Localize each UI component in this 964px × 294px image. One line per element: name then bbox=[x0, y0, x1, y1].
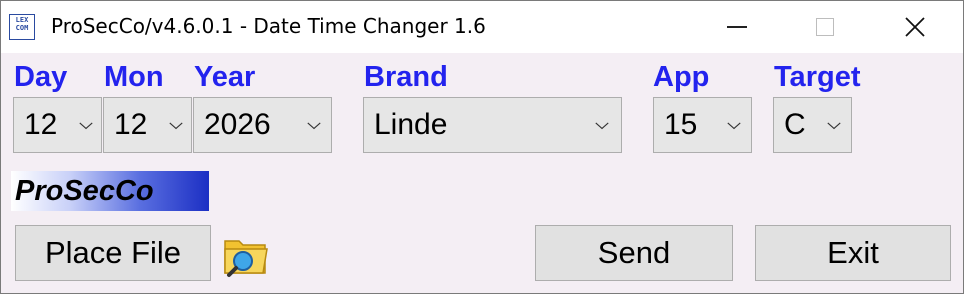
chevron-down-icon bbox=[727, 122, 741, 130]
day-label: Day bbox=[14, 61, 68, 93]
year-select[interactable]: 2026 bbox=[193, 97, 332, 153]
day-select[interactable]: 12 bbox=[13, 97, 102, 153]
app-icon: LEX COM bbox=[9, 14, 35, 40]
main-window: LEX COM ProSecCo/v4.6.0.1 - Date Time Cha… bbox=[0, 0, 964, 294]
app-select[interactable]: 15 bbox=[653, 97, 752, 153]
month-label: Mon bbox=[104, 61, 164, 93]
chevron-down-icon bbox=[595, 122, 609, 130]
day-value: 12 bbox=[24, 108, 58, 141]
maximize-button[interactable] bbox=[779, 1, 871, 53]
brand-label: Brand bbox=[364, 61, 448, 93]
folder-search-icon[interactable] bbox=[221, 233, 273, 279]
close-icon bbox=[905, 17, 925, 37]
place-file-button[interactable]: Place File bbox=[15, 225, 211, 281]
chevron-down-icon bbox=[307, 122, 321, 130]
maximize-icon bbox=[816, 18, 834, 36]
chevron-down-icon bbox=[169, 122, 183, 130]
prosecco-logo: ProSecCo bbox=[11, 171, 209, 211]
brand-select[interactable]: Linde bbox=[363, 97, 622, 153]
exit-button[interactable]: Exit bbox=[755, 225, 951, 281]
close-button[interactable] bbox=[869, 1, 961, 53]
app-label: App bbox=[653, 61, 710, 93]
month-select[interactable]: 12 bbox=[103, 97, 192, 153]
target-label: Target bbox=[774, 61, 861, 93]
chevron-down-icon bbox=[79, 122, 93, 130]
target-value: C bbox=[784, 108, 806, 141]
chevron-down-icon bbox=[827, 122, 841, 130]
brand-value: Linde bbox=[374, 108, 448, 141]
app-value: 15 bbox=[664, 108, 698, 141]
title-bar[interactable]: LEX COM ProSecCo/v4.6.0.1 - Date Time Cha… bbox=[1, 1, 963, 53]
send-button[interactable]: Send bbox=[535, 225, 733, 281]
month-value: 12 bbox=[114, 108, 148, 141]
minimize-icon bbox=[727, 26, 747, 28]
year-label: Year bbox=[194, 61, 256, 93]
target-select[interactable]: C bbox=[773, 97, 852, 153]
window-title: ProSecCo/v4.6.0.1 - Date Time Changer 1.… bbox=[51, 14, 486, 38]
minimize-button[interactable] bbox=[691, 1, 783, 53]
year-value: 2026 bbox=[204, 108, 271, 141]
